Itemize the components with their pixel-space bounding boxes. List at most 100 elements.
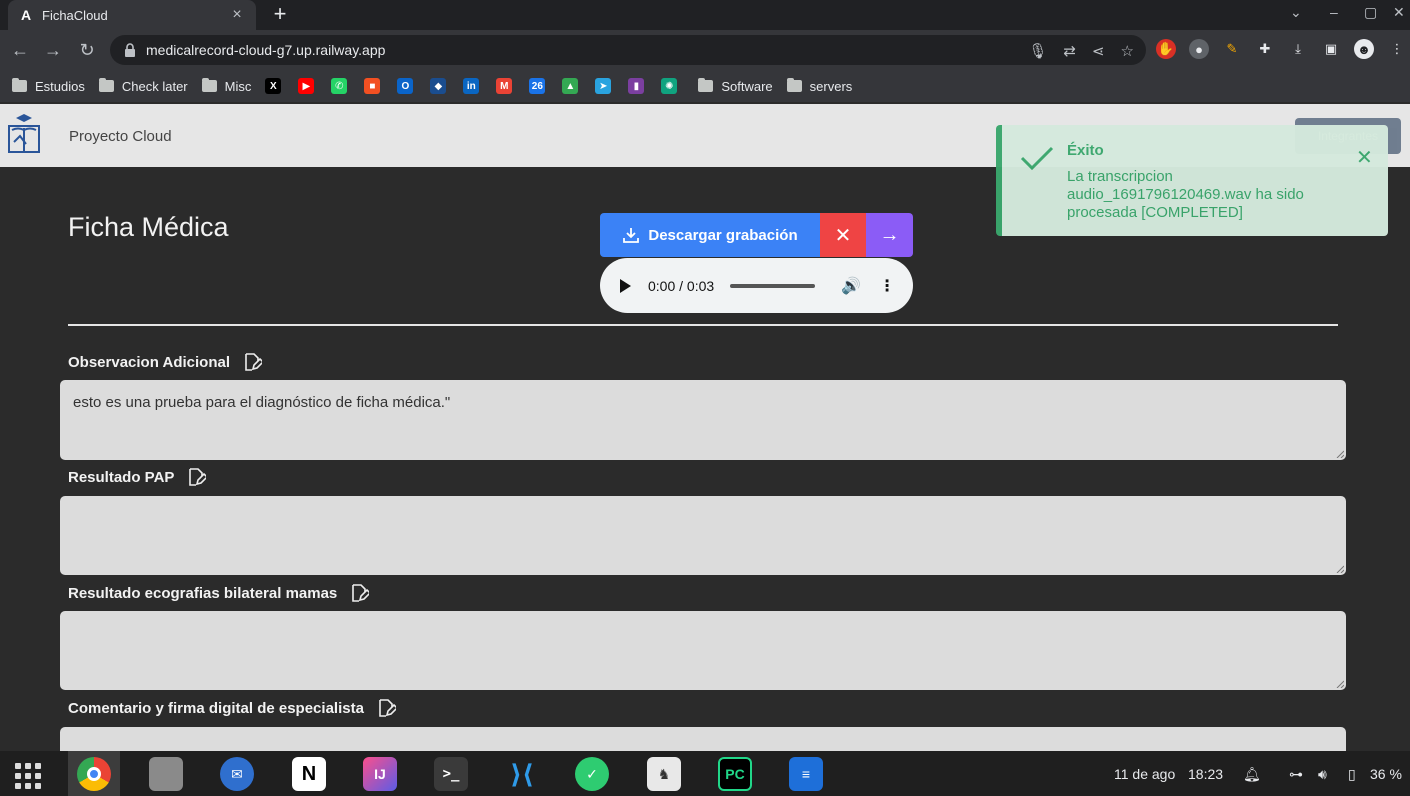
gmail-icon[interactable]: M xyxy=(496,78,513,94)
bookmark-folder-software[interactable]: Software xyxy=(698,78,773,94)
youtube-icon[interactable]: ▶ xyxy=(298,78,315,94)
tab-fichacloud[interactable]: A FichaCloud × xyxy=(8,0,256,30)
delete-recording-button[interactable]: ✕ xyxy=(820,213,866,257)
toast-close-icon[interactable]: ✕ xyxy=(1356,145,1373,170)
toast-message: La transcripcion audio_1691796120469.wav… xyxy=(1067,168,1304,221)
bookmark-folder-estudios[interactable]: Estudios xyxy=(12,78,85,94)
linkedin-icon[interactable]: in xyxy=(463,78,480,94)
field-textarea-3[interactable] xyxy=(60,611,1346,690)
telegram-icon[interactable]: ➤ xyxy=(595,78,612,94)
pycharm-icon[interactable]: PC xyxy=(718,757,752,791)
tab-search-icon[interactable]: ⌄ xyxy=(1290,4,1302,21)
bookmarks-bar: Estudios Check later Misc X ▶ ✆ ■ O ◆ in M 26 ▲ ➤ ▮… xyxy=(0,70,1410,102)
pdf-tool-icon[interactable]: ▮ xyxy=(628,78,645,94)
maximize-button[interactable]: ▢ xyxy=(1364,4,1377,21)
notion-icon[interactable]: N xyxy=(292,757,326,791)
field-value: esto es una prueba para el diagnóstico d… xyxy=(73,394,451,411)
outlook-icon[interactable]: O xyxy=(397,78,414,94)
audio-player: 0:00 / 0:03 🔊 ⋮ xyxy=(600,258,913,313)
edit-icon[interactable] xyxy=(376,698,396,718)
reload-icon[interactable]: ↻ xyxy=(75,38,99,62)
app-launcher-icon[interactable] xyxy=(15,763,41,789)
url-text: medicalrecord-cloud-g7.up.railway.app xyxy=(146,42,386,58)
bookmark-folder-misc[interactable]: Misc xyxy=(201,78,251,94)
field-label-text: Resultado PAP xyxy=(68,468,175,486)
back-arrow-icon[interactable]: ← xyxy=(8,38,32,62)
extension-fox-icon[interactable]: ● xyxy=(1189,39,1209,59)
field-label-3: Resultado ecografias bilateral mamas xyxy=(68,583,370,603)
chrome-icon[interactable] xyxy=(77,757,111,791)
folder-icon xyxy=(698,78,714,92)
bookmark-folder-check-later[interactable]: Check later xyxy=(98,78,188,94)
todo-check-icon[interactable]: ✓ xyxy=(575,757,609,791)
menu-kebab-icon[interactable]: ⋮ xyxy=(1387,39,1407,59)
field-label-2: Resultado PAP xyxy=(68,467,207,487)
field-textarea-1[interactable]: esto es una prueba para el diagnóstico d… xyxy=(60,380,1346,460)
success-toast: Éxito La transcripcion audio_16917961204… xyxy=(996,125,1388,236)
audio-seek-bar[interactable] xyxy=(730,283,816,288)
new-tab-button[interactable]: + xyxy=(268,3,292,27)
tab-close-icon[interactable]: × xyxy=(228,6,246,24)
extensions-puzzle-icon[interactable]: ✚ xyxy=(1255,39,1275,59)
x-icon[interactable]: X xyxy=(265,78,282,94)
play-icon[interactable] xyxy=(620,278,631,293)
volume-tray-icon[interactable]: 🔊︎ xyxy=(1318,766,1327,783)
section-divider xyxy=(68,324,1338,326)
downloads-icon[interactable]: ⤓ xyxy=(1288,39,1308,59)
chatgpt-icon[interactable]: ✺ xyxy=(661,78,678,94)
volume-icon[interactable]: 🔊 xyxy=(841,276,861,296)
terminal-icon[interactable]: >_ xyxy=(434,757,468,791)
kleopatra-icon[interactable]: ♞ xyxy=(647,757,681,791)
share-icon[interactable]: ⋖ xyxy=(1092,42,1105,60)
field-textarea-2[interactable] xyxy=(60,496,1346,575)
checkmark-icon xyxy=(1020,146,1054,171)
field-label-text: Observacion Adicional xyxy=(68,353,230,371)
side-panel-icon[interactable]: ▣ xyxy=(1321,39,1341,59)
tray-time[interactable]: 18:23 xyxy=(1188,766,1223,782)
edit-icon[interactable] xyxy=(242,352,262,372)
field-label-1: Observacion Adicional xyxy=(68,352,262,372)
bookmark-star-icon[interactable]: ☆ xyxy=(1121,42,1134,60)
brand-name[interactable]: Proyecto Cloud xyxy=(69,128,172,145)
folder-icon xyxy=(786,78,802,92)
microsoft-icon[interactable]: ■ xyxy=(364,78,381,94)
tab-title: FichaCloud xyxy=(42,7,108,23)
whatsapp-icon[interactable]: ✆ xyxy=(331,78,348,94)
drive-icon[interactable]: ▲ xyxy=(562,78,579,94)
audio-time: 0:00 / 0:03 xyxy=(648,277,715,294)
edit-icon[interactable] xyxy=(186,467,207,487)
intellij-icon[interactable]: IJ xyxy=(363,757,397,791)
notifications-bell-icon[interactable]: 🔔︎ xyxy=(1243,766,1261,783)
profile-avatar-icon[interactable]: ☻ xyxy=(1354,39,1374,59)
download-icon xyxy=(623,228,640,243)
adblock-icon[interactable]: ✋ xyxy=(1156,39,1176,59)
network-icon[interactable]: ⊶ xyxy=(1289,766,1303,783)
files-icon[interactable] xyxy=(149,757,183,791)
process-recording-button[interactable]: → xyxy=(866,213,913,257)
writer-icon[interactable]: ≡ xyxy=(789,757,823,791)
calendar-icon[interactable]: 26 xyxy=(529,78,546,94)
thunderbird-icon[interactable]: ✉ xyxy=(220,757,254,791)
battery-level: 36 % xyxy=(1370,766,1402,782)
address-bar[interactable]: medicalrecord-cloud-g7.up.railway.app 🎙 … xyxy=(110,35,1146,65)
translate-icon[interactable]: ⇄ xyxy=(1063,42,1076,60)
forward-arrow-icon[interactable]: → xyxy=(41,38,65,62)
edit-icon[interactable] xyxy=(349,583,370,603)
shield-icon[interactable]: ◆ xyxy=(430,78,447,94)
close-window-button[interactable]: ✕ xyxy=(1393,4,1405,21)
folder-icon xyxy=(201,78,217,92)
audio-more-options-icon[interactable]: ⋮ xyxy=(879,276,895,296)
pen-extension-icon[interactable]: ✎ xyxy=(1222,39,1242,59)
resize-grip-icon[interactable] xyxy=(1336,565,1344,573)
tab-strip: A FichaCloud × + ⌄ – ▢ ✕ xyxy=(0,0,1410,30)
battery-icon[interactable]: ▯ xyxy=(1348,766,1356,783)
download-recording-button[interactable]: Descargar grabación xyxy=(600,213,820,257)
resize-grip-icon[interactable] xyxy=(1336,450,1344,458)
microphone-icon[interactable]: 🎙 xyxy=(1028,42,1047,60)
minimize-button[interactable]: – xyxy=(1330,4,1338,20)
vscode-icon[interactable]: ⟩⟨ xyxy=(505,757,539,791)
tray-date[interactable]: 11 de ago xyxy=(1114,766,1175,782)
bookmark-folder-servers[interactable]: servers xyxy=(786,78,852,94)
app-logo[interactable] xyxy=(6,112,42,156)
resize-grip-icon[interactable] xyxy=(1336,680,1344,688)
